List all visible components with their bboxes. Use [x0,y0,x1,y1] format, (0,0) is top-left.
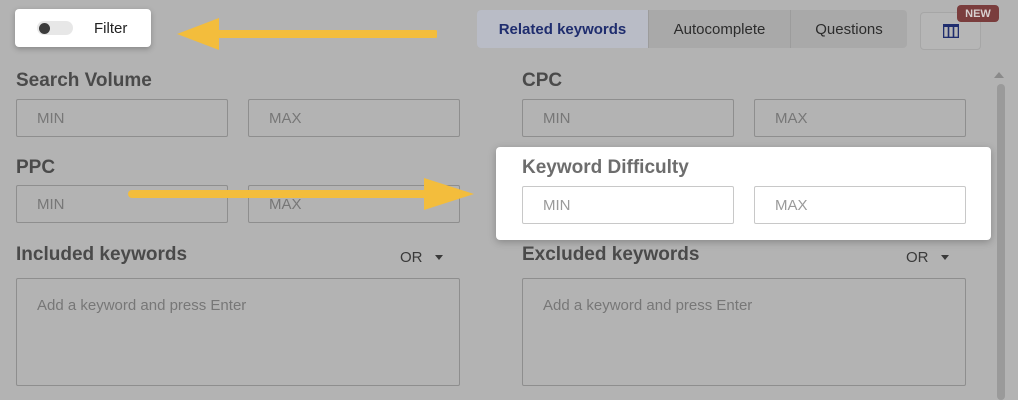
included-operator-select[interactable]: OR [400,249,443,266]
tab-autocomplete[interactable]: Autocomplete [649,10,791,48]
keyword-difficulty-max-input[interactable]: MAX [754,186,966,224]
included-keywords-input[interactable]: Add a keyword and press Enter [16,278,460,386]
excluded-keywords-input[interactable]: Add a keyword and press Enter [522,278,966,386]
chevron-down-icon [940,255,949,260]
excluded-operator-value: OR [906,249,929,266]
keyword-source-tabs: Related keywords Autocomplete Questions [477,10,907,48]
ppc-label: PPC [16,157,56,178]
toggle-knob-icon [36,20,52,36]
search-volume-max-input[interactable]: MAX [248,99,460,137]
filter-toggle-switch[interactable] [37,21,73,35]
keyword-difficulty-label: Keyword Difficulty [522,157,689,178]
arrow-left-annotation [177,18,437,50]
search-volume-label: Search Volume [16,70,152,91]
keyword-difficulty-min-input[interactable]: MIN [522,186,734,224]
new-badge: NEW [957,5,999,22]
filter-label: Filter [94,20,128,37]
cpc-max-input[interactable]: MAX [754,99,966,137]
cpc-label: CPC [522,70,563,91]
scroll-up-icon[interactable] [994,72,1004,78]
arrow-right-annotation [128,178,474,210]
included-keywords-label: Included keywords [16,244,188,265]
excluded-operator-select[interactable]: OR [906,249,949,266]
cpc-min-input[interactable]: MIN [522,99,734,137]
filter-toggle-panel[interactable]: Filter [15,9,151,47]
keyword-difficulty-panel: Keyword Difficulty MIN MAX [496,147,991,240]
search-volume-min-input[interactable]: MIN [16,99,228,137]
tab-related-keywords[interactable]: Related keywords [477,10,649,48]
chevron-down-icon [434,255,443,260]
included-operator-value: OR [400,249,423,266]
scrollbar[interactable] [997,84,1005,400]
tab-questions[interactable]: Questions [791,10,907,48]
columns-icon [942,24,959,38]
excluded-keywords-label: Excluded keywords [522,244,700,265]
